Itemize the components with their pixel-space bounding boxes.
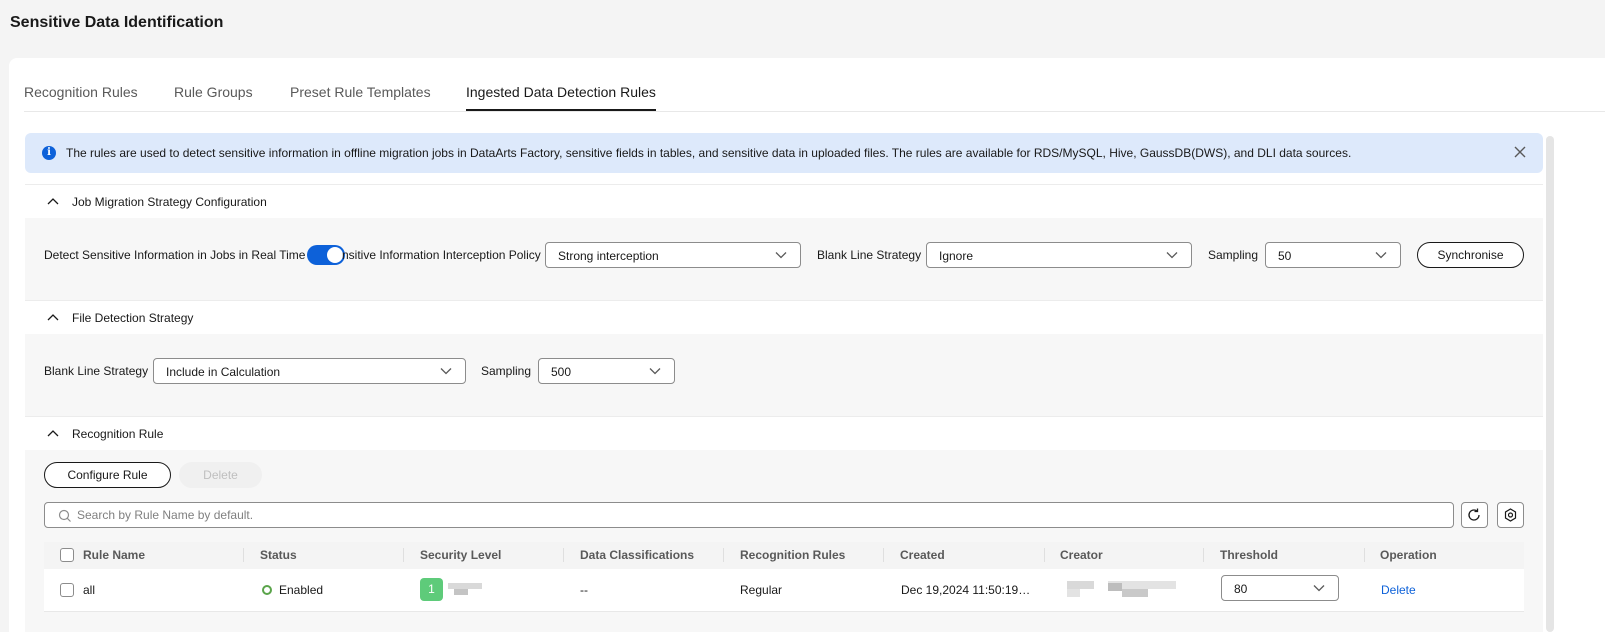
chevron-down-icon (1375, 252, 1387, 259)
row-delete-link[interactable]: Delete (1381, 583, 1416, 597)
settings-button[interactable] (1497, 502, 1524, 528)
col-threshold: Threshold (1220, 548, 1279, 562)
rule-name-cell: all (83, 583, 96, 597)
interception-policy-value: Strong interception (558, 249, 659, 263)
file-detection-title: File Detection Strategy (72, 311, 194, 325)
search-box[interactable] (44, 502, 1454, 528)
security-level-badge: 1 (420, 578, 443, 601)
col-recognition-rules: Recognition Rules (740, 548, 846, 562)
chevron-up-icon[interactable] (47, 429, 59, 437)
search-icon (58, 509, 71, 522)
threshold-value: 80 (1234, 582, 1248, 596)
file-detection-section-body: Blank Line Strategy Include in Calculati… (25, 334, 1543, 416)
redacted-creator (1122, 589, 1148, 597)
file-blank-line-label: Blank Line Strategy (44, 364, 149, 378)
redacted-creator (1067, 581, 1094, 589)
chevron-down-icon (1313, 585, 1325, 592)
chevron-down-icon (649, 368, 661, 375)
refresh-button[interactable] (1461, 502, 1488, 528)
sampling-value: 50 (1278, 249, 1292, 263)
table-row: all Enabled 1 -- Regular Dec 19,2024 11:… (44, 569, 1524, 612)
recognition-rule-title: Recognition Rule (72, 427, 164, 441)
main-card: Recognition Rules Rule Groups Preset Rul… (9, 58, 1605, 632)
threshold-select[interactable]: 80 (1221, 575, 1339, 601)
status-enabled-icon (262, 585, 272, 595)
detect-realtime-label: Detect Sensitive Information in Jobs in … (44, 248, 306, 262)
refresh-icon (1468, 508, 1480, 521)
data-classifications-cell: -- (580, 583, 588, 597)
vertical-scrollbar[interactable] (1546, 136, 1554, 632)
synchronise-button[interactable]: Synchronise (1417, 242, 1524, 268)
col-divider (723, 548, 724, 562)
info-icon: i (42, 146, 56, 160)
col-divider (563, 548, 564, 562)
interception-policy-label: nsitive Information Interception Policy (342, 248, 541, 262)
tab-bar: Recognition Rules Rule Groups Preset Rul… (24, 58, 1605, 112)
job-migration-section-header[interactable]: Job Migration Strategy Configuration (25, 184, 1543, 218)
job-migration-section-body: Detect Sensitive Information in Jobs in … (25, 218, 1543, 300)
col-status: Status (260, 548, 297, 562)
blank-line-strategy-select[interactable]: Ignore (926, 242, 1192, 268)
status-cell: Enabled (279, 583, 324, 597)
select-all-checkbox[interactable] (60, 548, 74, 562)
settings-icon (1504, 508, 1517, 522)
file-sampling-select[interactable]: 500 (538, 358, 675, 384)
tab-recognition-rules[interactable]: Recognition Rules (24, 84, 138, 100)
recognition-rule-section-header[interactable]: Recognition Rule (25, 416, 1543, 450)
col-divider (1364, 548, 1365, 562)
delete-button[interactable]: Delete (179, 462, 262, 488)
file-detection-section-header[interactable]: File Detection Strategy (25, 300, 1543, 334)
alert-message: The rules are used to detect sensitive i… (66, 146, 1352, 160)
close-icon[interactable] (1510, 142, 1530, 162)
job-migration-title: Job Migration Strategy Configuration (72, 195, 267, 209)
redacted-creator (1108, 583, 1122, 591)
info-alert: i The rules are used to detect sensitive… (25, 133, 1543, 173)
chevron-down-icon (440, 368, 452, 375)
blank-line-strategy-value: Ignore (939, 249, 974, 263)
redacted-level-name (454, 589, 468, 595)
col-divider (243, 548, 244, 562)
file-blank-line-value: Include in Calculation (166, 365, 281, 379)
col-divider (403, 548, 404, 562)
detect-realtime-toggle[interactable] (307, 245, 345, 265)
col-created: Created (900, 548, 945, 562)
page-title: Sensitive Data Identification (10, 14, 224, 31)
col-security-level: Security Level (420, 548, 502, 562)
col-rule-name: Rule Name (83, 548, 146, 562)
col-divider (1203, 548, 1204, 562)
blank-line-strategy-label: Blank Line Strategy (817, 248, 922, 262)
file-sampling-value: 500 (551, 365, 572, 379)
created-cell: Dec 19,2024 11:50:19… (901, 583, 1031, 597)
recognition-rules-cell: Regular (740, 583, 783, 597)
toggle-knob (327, 247, 343, 263)
col-divider (883, 548, 884, 562)
search-input[interactable] (77, 507, 1377, 523)
configure-rule-button[interactable]: Configure Rule (44, 462, 171, 488)
row-checkbox[interactable] (60, 583, 74, 597)
interception-policy-select[interactable]: Strong interception (545, 242, 801, 268)
sampling-label: Sampling (1208, 248, 1259, 262)
col-creator: Creator (1060, 548, 1103, 562)
chevron-up-icon[interactable] (47, 197, 59, 205)
redacted-creator (1067, 589, 1080, 597)
col-data-classifications: Data Classifications (580, 548, 695, 562)
chevron-down-icon (1166, 252, 1178, 259)
file-sampling-label: Sampling (481, 364, 532, 378)
file-blank-line-select[interactable]: Include in Calculation (153, 358, 466, 384)
tab-ingested-data-detection-rules[interactable]: Ingested Data Detection Rules (466, 84, 656, 111)
tab-preset-rule-templates[interactable]: Preset Rule Templates (290, 84, 431, 100)
table-header: Rule Name Status Security Level Data Cla… (44, 542, 1524, 569)
sampling-select[interactable]: 50 (1265, 242, 1401, 268)
chevron-down-icon (775, 252, 787, 259)
tab-rule-groups[interactable]: Rule Groups (174, 84, 253, 100)
col-divider (1044, 548, 1045, 562)
col-operation: Operation (1380, 548, 1437, 562)
chevron-up-icon[interactable] (47, 313, 59, 321)
